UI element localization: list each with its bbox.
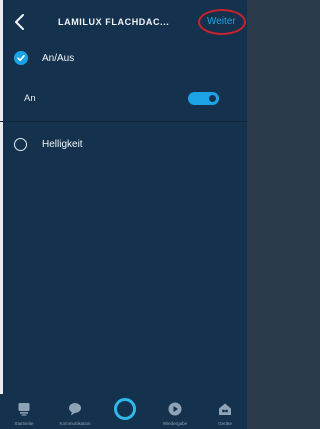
brightness-option[interactable]: Helligkeit — [0, 136, 247, 156]
onoff-option[interactable]: An/Aus — [0, 48, 247, 68]
nav-label-play: Wiedergabe — [162, 421, 188, 426]
next-button[interactable]: Weiter — [198, 9, 246, 35]
play-icon — [168, 402, 182, 416]
phone-screen: LAMILUX FLACHDAC... Weiter An/Aus An Hel… — [0, 0, 247, 429]
state-toggle[interactable] — [188, 92, 219, 105]
state-option: An — [0, 88, 247, 108]
divider — [0, 121, 247, 122]
nav-item-alexa[interactable] — [108, 394, 142, 429]
checkmark-icon[interactable] — [14, 51, 28, 65]
back-button[interactable] — [10, 10, 32, 34]
home-icon — [18, 403, 30, 416]
toggle-knob — [209, 95, 216, 102]
app-header: LAMILUX FLACHDAC... Weiter — [0, 0, 247, 44]
state-label: An — [24, 93, 36, 104]
nav-label-devices: Geräte — [218, 421, 232, 426]
nav-label-communication: Kommunikation — [59, 421, 91, 426]
onoff-label: An/Aus — [42, 53, 75, 64]
alexa-ring-icon — [114, 398, 136, 420]
next-button-label: Weiter — [207, 16, 236, 27]
chevron-left-icon — [15, 14, 24, 30]
nav-item-communication[interactable]: Kommunikation — [50, 394, 100, 429]
nav-item-play[interactable]: Wiedergabe — [150, 394, 200, 429]
brightness-label: Helligkeit — [42, 139, 83, 150]
radio-icon[interactable] — [14, 138, 27, 151]
bottom-navigation: Startseite Kommunikation Wiedergabe Gerä… — [0, 394, 247, 429]
nav-item-devices[interactable]: Geräte — [206, 394, 244, 429]
page-title: LAMILUX FLACHDAC... — [58, 17, 170, 27]
nav-label-home: Startseite — [14, 421, 34, 426]
nav-item-home[interactable]: Startseite — [4, 394, 44, 429]
chat-bubble-icon — [69, 403, 81, 416]
devices-home-icon — [219, 403, 231, 415]
